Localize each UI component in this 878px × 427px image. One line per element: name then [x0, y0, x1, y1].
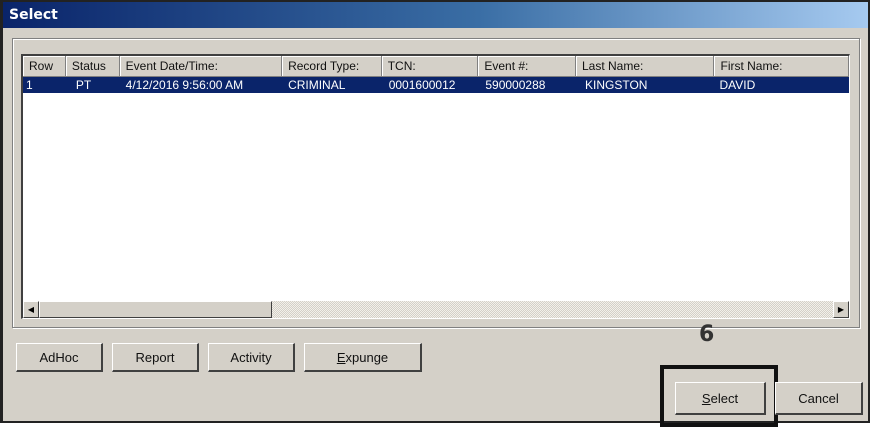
- cell-tcn: 0001600012: [388, 78, 456, 92]
- column-header-status[interactable]: Status: [65, 56, 120, 77]
- cell-record-type: CRIMINAL: [288, 78, 346, 92]
- cell-first-name: DAVID: [719, 78, 756, 92]
- annotation-highlight-box: [660, 365, 778, 427]
- list-header: Row Status Event Date/Time: Record Type:…: [23, 56, 849, 77]
- column-header-event-datetime[interactable]: Event Date/Time:: [119, 56, 283, 77]
- cell-event-datetime: 4/12/2016 9:56:00 AM: [125, 78, 244, 92]
- scrollbar-track[interactable]: [272, 301, 833, 318]
- adhoc-button[interactable]: AdHoc: [16, 343, 103, 372]
- cell-last-name: KINGSTON: [585, 78, 648, 92]
- scroll-left-arrow-icon[interactable]: ◀: [23, 301, 39, 318]
- column-header-event-number[interactable]: Event #:: [478, 56, 576, 77]
- column-header-record-type[interactable]: Record Type:: [282, 56, 382, 77]
- report-button[interactable]: Report: [112, 343, 199, 372]
- table-row[interactable]: 1 PT 4/12/2016 9:56:00 AM CRIMINAL 00016…: [23, 77, 849, 93]
- results-list[interactable]: Row Status Event Date/Time: Record Type:…: [21, 54, 850, 319]
- scroll-right-arrow-icon[interactable]: ▶: [833, 301, 849, 318]
- column-header-row[interactable]: Row: [23, 56, 66, 77]
- horizontal-scrollbar[interactable]: ◀ ▶: [23, 301, 849, 318]
- column-header-tcn[interactable]: TCN:: [381, 56, 479, 77]
- scrollbar-thumb[interactable]: [39, 301, 272, 318]
- column-header-first-name[interactable]: First Name:: [714, 56, 849, 77]
- step-number-annotation: 6: [699, 322, 715, 347]
- expunge-accelerator: E: [336, 349, 346, 365]
- column-header-last-name[interactable]: Last Name:: [576, 56, 715, 77]
- cell-event-number: 590000288: [485, 78, 546, 92]
- expunge-button[interactable]: Expunge: [304, 343, 422, 372]
- dialog-title: Select: [3, 2, 868, 28]
- cell-row: 1: [26, 78, 33, 92]
- expunge-label-rest: xpunge: [345, 349, 389, 365]
- cancel-button[interactable]: Cancel: [775, 382, 863, 415]
- cell-status: PT: [75, 78, 92, 92]
- activity-button[interactable]: Activity: [208, 343, 295, 372]
